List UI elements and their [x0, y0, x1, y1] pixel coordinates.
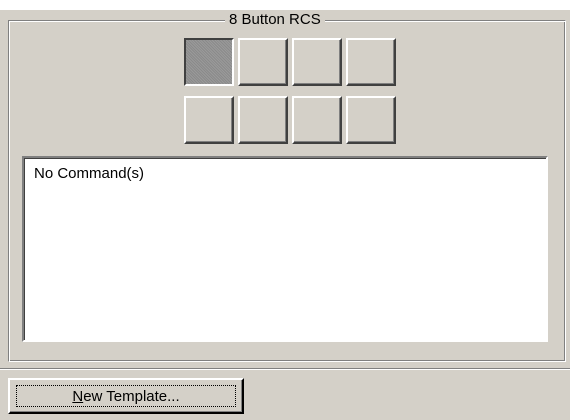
- dialog-panel: 8 Button RCS No Command(s) New Template.…: [0, 0, 570, 420]
- rcs-button-2[interactable]: [238, 38, 288, 86]
- rcs-button-row-1: [184, 38, 400, 86]
- rcs-button-1[interactable]: [184, 38, 234, 86]
- command-list-item[interactable]: No Command(s): [34, 164, 536, 184]
- top-strip: [0, 0, 570, 10]
- command-listbox[interactable]: No Command(s): [22, 156, 548, 342]
- groupbox-title: 8 Button RCS: [225, 10, 325, 30]
- rcs-button-3[interactable]: [292, 38, 342, 86]
- rcs-button-4[interactable]: [346, 38, 396, 86]
- new-template-label: New Template...: [72, 388, 179, 405]
- new-template-label-rest: ew Template...: [83, 387, 180, 405]
- accelerator-key: N: [72, 387, 84, 405]
- rcs-button-6[interactable]: [238, 96, 288, 144]
- focus-rectangle: New Template...: [16, 385, 236, 407]
- new-template-button[interactable]: New Template...: [8, 378, 244, 414]
- rcs-button-7[interactable]: [292, 96, 342, 144]
- rcs-button-5[interactable]: [184, 96, 234, 144]
- rcs-button-8[interactable]: [346, 96, 396, 144]
- divider: [0, 368, 570, 370]
- rcs-button-row-2: [184, 96, 400, 144]
